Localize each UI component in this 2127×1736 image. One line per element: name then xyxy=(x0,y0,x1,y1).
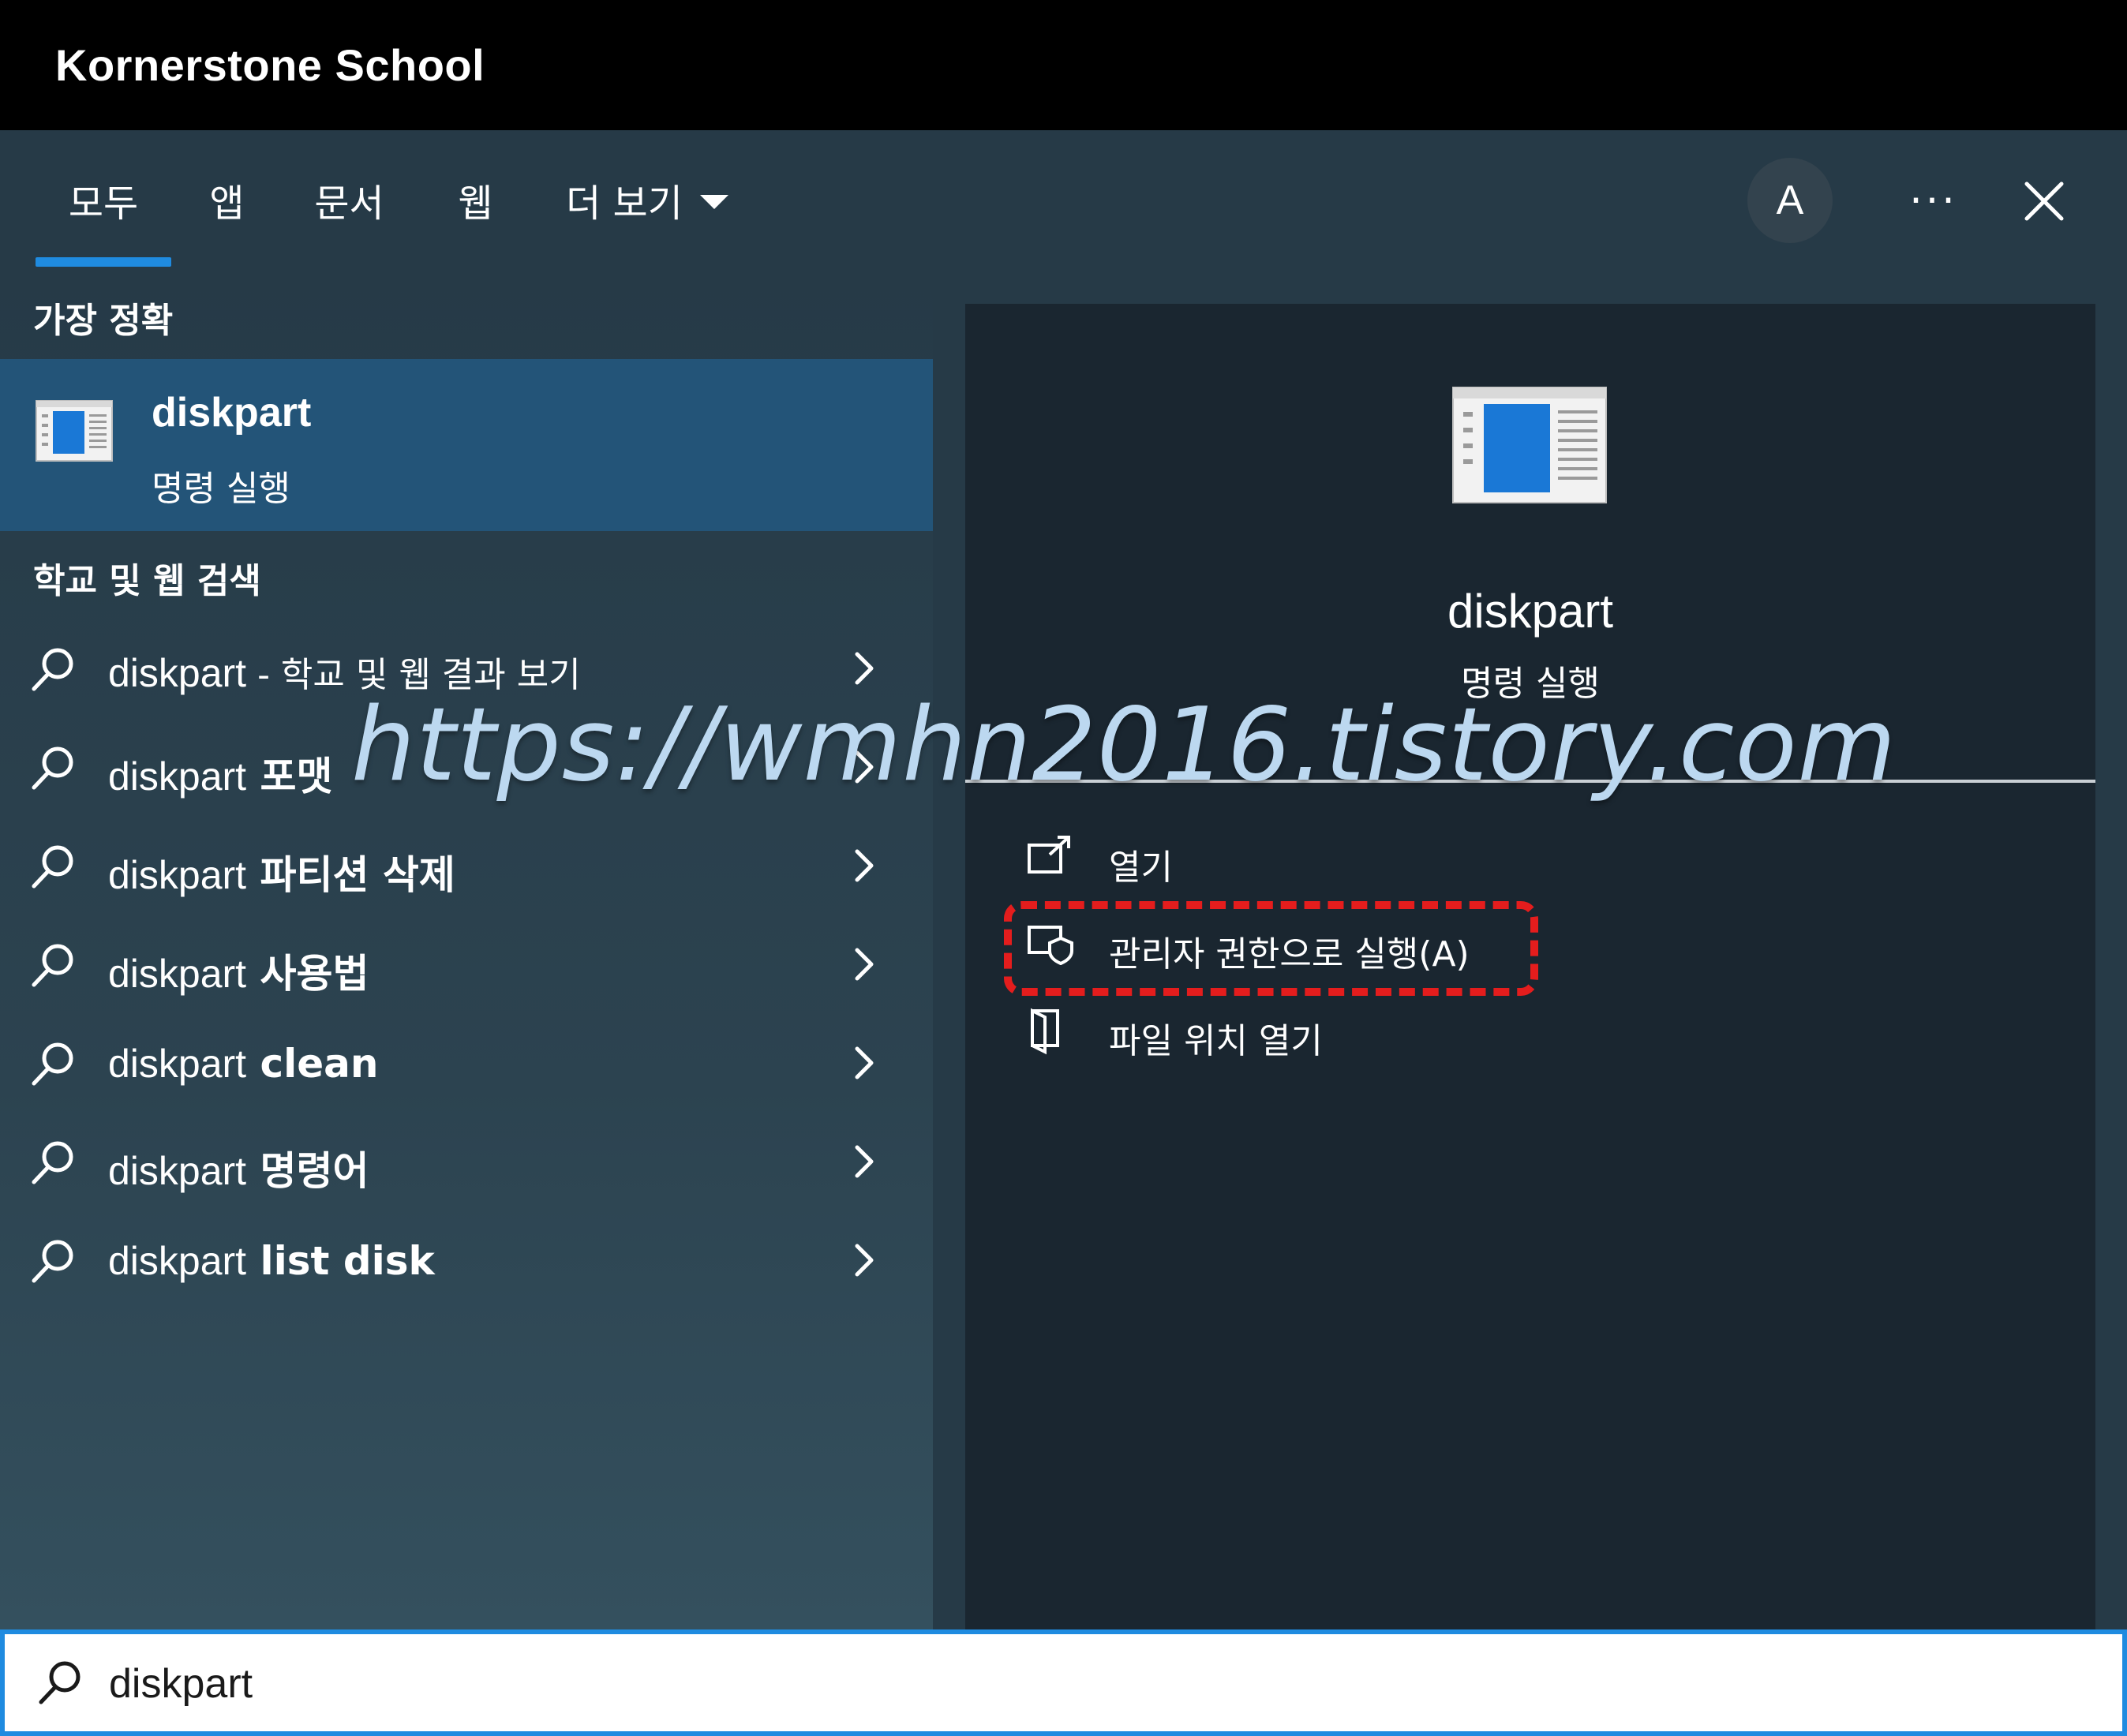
watermark-text: https://wmhn2016.tistory.com xyxy=(351,687,1897,804)
tab-all-label: 모두 xyxy=(68,181,139,226)
chevron-right-icon xyxy=(855,1145,874,1178)
more-options-label: ··· xyxy=(1909,178,1958,225)
web-result-label: diskpart 사용법 xyxy=(108,942,369,999)
tab-more-dropdown[interactable]: 더 보기 xyxy=(552,130,742,268)
search-icon xyxy=(32,845,73,889)
tab-web[interactable]: 웹 xyxy=(442,130,509,268)
tab-documents-label: 문서 xyxy=(314,181,384,226)
best-match-name: diskpart xyxy=(152,390,312,436)
web-result-label: diskpart clean xyxy=(108,1041,379,1087)
open-file-location-label: 파일 위치 열기 xyxy=(1109,1021,1323,1061)
command-app-large-icon xyxy=(1452,387,1607,503)
search-icon xyxy=(32,944,73,987)
web-result-label: diskpart list disk xyxy=(108,1238,435,1284)
search-results-panel: 가장 정확 diskpart 명령 실행 학교 및 웹 검색 diskpart xyxy=(0,268,933,1629)
chevron-right-icon xyxy=(855,1046,874,1079)
folder-location-icon xyxy=(1031,1008,1059,1055)
result-suffix: list disk xyxy=(246,1238,435,1284)
open-file-location-action[interactable]: 파일 위치 열기 xyxy=(1026,998,1736,1069)
web-result-row[interactable]: diskpart 파티션 삭제 xyxy=(0,818,933,913)
avatar-initial: A xyxy=(1776,178,1804,223)
result-query: diskpart xyxy=(108,754,247,799)
result-query: diskpart xyxy=(108,952,247,996)
result-query: diskpart xyxy=(108,1042,247,1086)
open-action[interactable]: 열기 xyxy=(1026,825,1736,896)
open-external-icon xyxy=(1028,836,1070,874)
result-query: diskpart xyxy=(108,1149,247,1193)
close-icon xyxy=(2024,181,2064,221)
open-action-label: 열기 xyxy=(1109,847,1173,888)
search-tab-bar: 모두 앱 문서 웹 더 보기 A ··· xyxy=(0,130,2127,268)
search-icon xyxy=(32,1042,73,1086)
web-result-row[interactable]: diskpart clean xyxy=(0,1016,933,1110)
search-icon xyxy=(32,746,73,790)
best-match-heading: 가장 정확 xyxy=(33,301,174,341)
highlight-annotation-box xyxy=(1004,901,1538,996)
chevron-right-icon xyxy=(855,948,874,981)
tab-all[interactable]: 모두 xyxy=(36,130,171,268)
web-result-row[interactable]: diskpart list disk xyxy=(0,1213,933,1308)
result-suffix: 포맷 xyxy=(246,754,333,799)
command-app-icon xyxy=(36,400,113,462)
detail-app-name: diskpart xyxy=(1447,585,1614,638)
tab-web-label: 웹 xyxy=(458,181,493,226)
search-icon xyxy=(39,1661,81,1704)
web-result-row[interactable]: diskpart 명령어 xyxy=(0,1114,933,1209)
web-result-label: diskpart 파티션 삭제 xyxy=(108,844,455,900)
result-query: diskpart xyxy=(108,1239,247,1283)
tab-apps-label: 앱 xyxy=(209,181,245,226)
web-result-row[interactable]: diskpart 사용법 xyxy=(0,917,933,1012)
result-query: diskpart xyxy=(108,651,247,695)
search-bar xyxy=(0,1629,2127,1736)
search-icon xyxy=(32,1240,73,1283)
chevron-down-icon xyxy=(699,194,728,209)
search-icon xyxy=(32,1141,73,1184)
web-result-label: diskpart 명령어 xyxy=(108,1139,369,1196)
title-bar: Kornerstone School xyxy=(0,0,2127,130)
result-suffix: 사용법 xyxy=(246,951,369,997)
organization-name: Kornerstone School xyxy=(55,40,485,90)
result-query: diskpart xyxy=(108,853,247,897)
search-icon xyxy=(32,648,73,691)
search-input[interactable] xyxy=(109,1656,2003,1712)
tab-documents[interactable]: 문서 xyxy=(300,130,399,268)
account-avatar[interactable]: A xyxy=(1747,158,1833,243)
close-button[interactable] xyxy=(2001,158,2088,245)
result-suffix: 명령어 xyxy=(246,1148,369,1194)
tab-apps[interactable]: 앱 xyxy=(189,130,264,268)
more-options-button[interactable]: ··· xyxy=(1894,162,1973,241)
chevron-right-icon xyxy=(855,849,874,882)
result-suffix: clean xyxy=(246,1041,379,1087)
chevron-right-icon xyxy=(855,1244,874,1277)
best-match-subtitle: 명령 실행 xyxy=(152,469,290,509)
chevron-right-icon xyxy=(855,652,874,685)
result-suffix: 파티션 삭제 xyxy=(246,852,455,898)
tab-more-label: 더 보기 xyxy=(566,181,683,226)
web-result-label: diskpart 포맷 xyxy=(108,745,333,802)
best-match-result[interactable]: diskpart 명령 실행 xyxy=(0,359,933,531)
web-search-heading: 학교 및 웹 검색 xyxy=(33,561,261,601)
